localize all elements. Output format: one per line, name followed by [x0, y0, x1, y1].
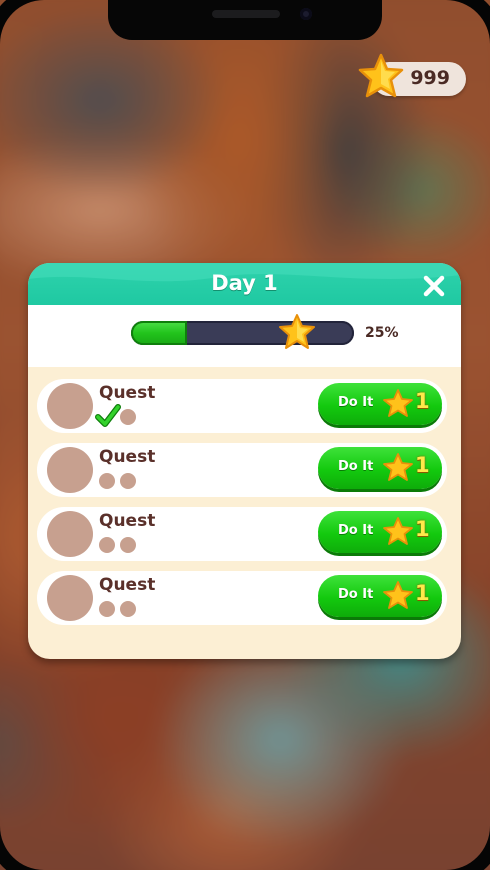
quest-label: Quest [99, 383, 156, 403]
do-it-button[interactable]: Do It 1 [318, 383, 442, 425]
quest-avatar [47, 447, 93, 493]
phone-notch [108, 0, 382, 40]
progress-percent: 25% [365, 325, 399, 341]
quest-avatar [47, 511, 93, 557]
reward-amount: 1 [415, 389, 430, 413]
quest-row: Quest Do It 1 [37, 571, 447, 625]
star-icon [383, 453, 413, 481]
progress-dot [99, 601, 115, 617]
checkmark-icon [95, 404, 121, 427]
progress-fill [131, 321, 187, 345]
reward-amount: 1 [415, 517, 430, 541]
progress-dot [120, 601, 136, 617]
do-it-label: Do It [338, 587, 374, 602]
progress-dot [120, 473, 136, 489]
quest-avatar [47, 575, 93, 621]
quest-label: Quest [99, 511, 156, 531]
do-it-label: Do It [338, 459, 374, 474]
star-icon [358, 53, 404, 98]
quest-row: Quest Do It 1 [37, 443, 447, 497]
speaker-grille [212, 10, 280, 18]
close-icon[interactable] [422, 274, 446, 298]
star-icon [383, 517, 413, 545]
currency-amount: 999 [410, 67, 450, 89]
reward-amount: 1 [415, 581, 430, 605]
camera-icon [300, 8, 312, 20]
quest-label: Quest [99, 575, 156, 595]
do-it-label: Do It [338, 523, 374, 538]
star-icon [279, 314, 315, 349]
progress-dot [99, 537, 115, 553]
quest-avatar [47, 383, 93, 429]
progress-section: 25% [28, 305, 461, 367]
do-it-button[interactable]: Do It 1 [318, 511, 442, 553]
do-it-button[interactable]: Do It 1 [318, 575, 442, 617]
quest-row: Quest Do It 1 [37, 379, 447, 433]
dialog-header: Day 1 [28, 263, 461, 305]
daily-quest-dialog: Day 1 25% Quest Do It 1 Quest Do It 1 Qu… [28, 263, 461, 659]
do-it-label: Do It [338, 395, 374, 410]
star-icon [383, 389, 413, 417]
dialog-title: Day 1 [211, 271, 278, 295]
reward-amount: 1 [415, 453, 430, 477]
progress-bar [131, 321, 354, 345]
progress-dot [120, 409, 136, 425]
quest-row: Quest Do It 1 [37, 507, 447, 561]
progress-dot [120, 537, 136, 553]
quest-label: Quest [99, 447, 156, 467]
star-icon [383, 581, 413, 609]
do-it-button[interactable]: Do It 1 [318, 447, 442, 489]
progress-dot [99, 473, 115, 489]
